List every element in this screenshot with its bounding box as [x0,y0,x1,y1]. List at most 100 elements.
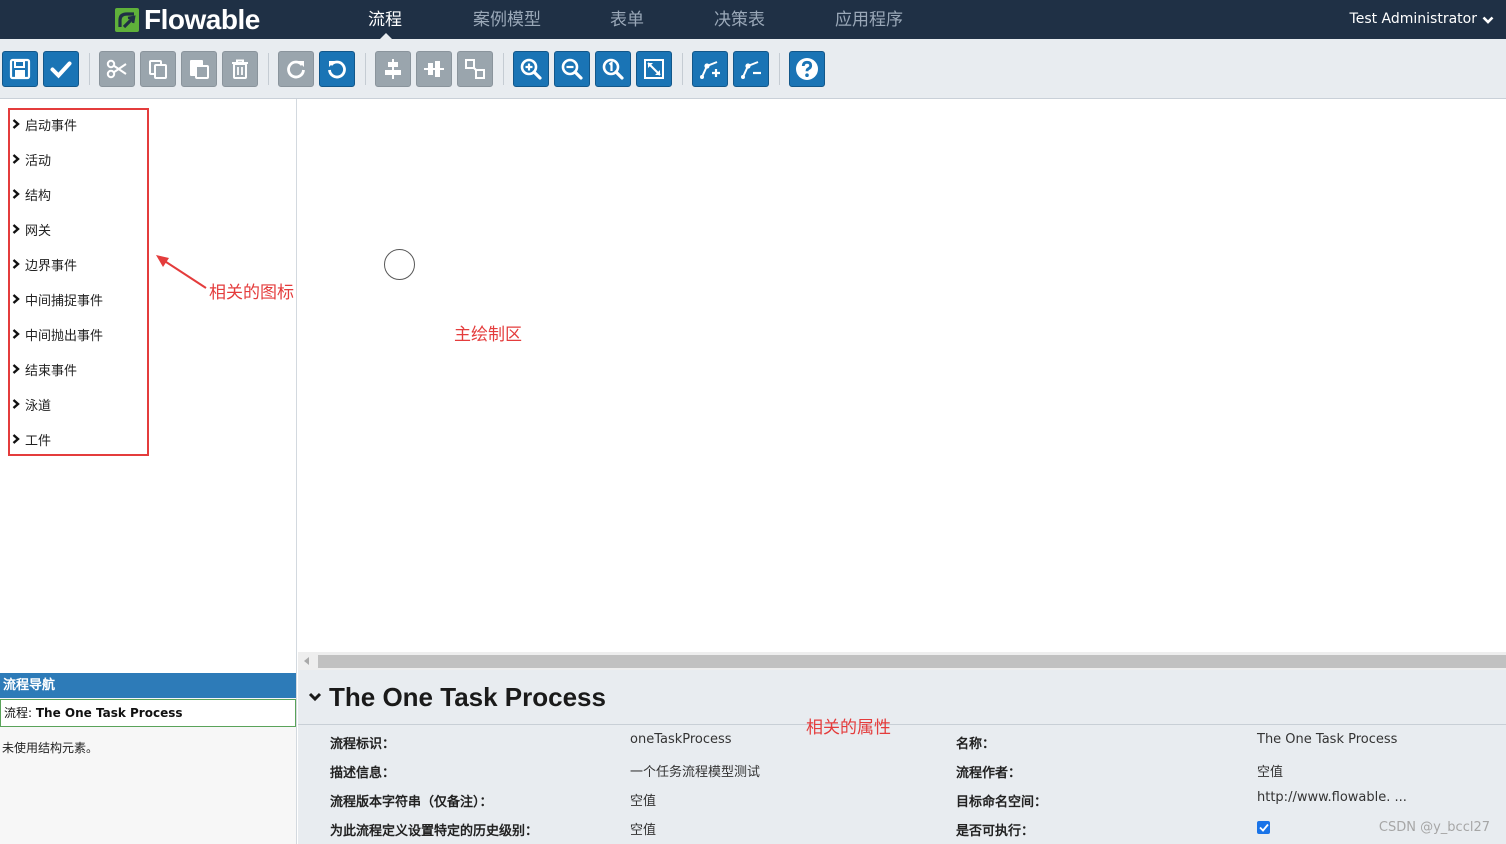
canvas-horizontal-scrollbar[interactable] [298,652,1506,670]
bendpoint-remove-icon [741,61,761,79]
help-button[interactable] [789,51,825,87]
chevron-right-icon [12,329,20,339]
align-horizontal-icon [385,59,401,79]
zoom-out-button[interactable] [554,51,590,87]
palette-group-gateways[interactable]: 网关 [12,219,51,239]
palette-group-structural[interactable]: 结构 [12,184,51,204]
redo-icon [287,60,305,79]
add-bendpoint-button[interactable] [692,51,728,87]
properties-title: The One Task Process [329,681,606,712]
palette-group-end-events[interactable]: 结束事件 [12,359,77,379]
copy-icon [149,60,167,79]
palette-group-label: 泳道 [25,398,52,414]
chevron-right-icon [12,399,20,409]
start-event-shape[interactable] [384,249,415,280]
prop-value-description[interactable]: 一个任务流程模型测试 [630,761,760,780]
save-button[interactable] [2,51,38,87]
diagram-canvas[interactable] [298,99,1506,652]
prop-value-target-namespace[interactable]: http://www.flowable. ... [1257,790,1407,805]
prop-value-author[interactable]: 空值 [1257,761,1283,780]
user-menu[interactable]: Test Administrator [1350,0,1494,39]
delete-button[interactable] [222,51,258,87]
align-vertical-button[interactable] [416,51,452,87]
editor-toolbar [0,39,1506,99]
properties-panel: The One Task Process 流程标识： oneTaskProces… [298,670,1506,844]
palette-group-swimlanes[interactable]: 泳道 [12,394,51,414]
toolbar-separator [779,53,780,85]
prop-label-executable: 是否可执行： [956,824,1035,839]
nav-item-case-models[interactable]: 案例模型 [473,0,541,39]
nav-item-apps[interactable]: 应用程序 [835,0,903,39]
zoom-in-button[interactable] [513,51,549,87]
copy-button[interactable] [140,51,176,87]
paste-button[interactable] [181,51,217,87]
shape-palette: 启动事件 活动 结构 网关 边界事件 中间捕捉事件 中间抛出事件 结束事件 泳道… [0,99,297,673]
chevron-right-icon [12,364,20,374]
toolbar-separator [89,53,90,85]
prop-value-version-string[interactable]: 空值 [630,790,656,809]
trash-icon [232,59,248,79]
palette-group-label: 启动事件 [25,118,78,134]
chevron-right-icon [12,189,20,199]
chevron-right-icon [12,259,20,269]
align-horizontal-button[interactable] [375,51,411,87]
chevron-right-icon [12,154,20,164]
validate-button[interactable] [43,51,79,87]
zoom-fit-icon [644,59,664,79]
scrollbar-thumb[interactable] [318,655,1506,668]
prop-label-target-namespace: 目标命名空间： [956,795,1048,810]
executable-checkbox[interactable] [1257,821,1270,834]
process-row-name: The One Task Process [35,706,183,720]
prop-value-process-id[interactable]: oneTaskProcess [630,732,732,747]
zoom-actual-icon [602,58,624,80]
toolbar-separator [503,53,504,85]
annotation-arrow-icon [156,255,207,289]
align-vertical-icon [424,61,444,77]
process-row-prefix: 流程: [4,706,36,720]
flowable-logo[interactable]: Flowable [114,4,260,35]
properties-divider [298,724,1506,725]
annotation-canvas-note: 主绘制区 [454,325,522,345]
chevron-right-icon [12,119,20,129]
palette-group-activities[interactable]: 活动 [12,149,51,169]
user-name: Test Administrator [1349,11,1477,27]
palette-group-boundary-events[interactable]: 边界事件 [12,254,77,274]
cut-button[interactable] [99,51,135,87]
nav-item-decision-tables[interactable]: 决策表 [714,0,765,39]
prop-value-history-level[interactable]: 空值 [630,819,656,838]
watermark-text: CSDN @y_bccl27 [1378,820,1490,835]
prop-label-process-id: 流程标识： [330,737,396,752]
prop-label-name: 名称： [956,737,996,752]
process-navigator: 流程导航 流程: The One Task Process 未使用结构元素。 [0,673,297,844]
palette-group-label: 中间抛出事件 [25,328,104,344]
bendpoint-add-icon [700,61,720,79]
palette-group-catching-events[interactable]: 中间捕捉事件 [12,289,103,309]
prop-label-description: 描述信息： [330,766,396,781]
no-structural-elements-text: 未使用结构元素。 [2,741,99,755]
prop-value-name[interactable]: The One Task Process [1257,732,1397,747]
properties-header[interactable]: The One Task Process [308,680,606,714]
save-icon [9,58,31,80]
check-icon [50,61,72,79]
toolbar-separator [268,53,269,85]
same-size-icon [465,59,485,79]
flowable-logo-icon [115,7,139,32]
palette-group-throwing-events[interactable]: 中间抛出事件 [12,324,103,344]
remove-bendpoint-button[interactable] [733,51,769,87]
zoom-fit-button[interactable] [636,51,672,87]
prop-label-history-level: 为此流程定义设置特定的历史级别： [330,824,539,839]
check-icon [1258,823,1269,832]
toolbar-separator [365,53,366,85]
annotation-props-note: 相关的属性 [806,718,891,738]
scroll-left-icon[interactable] [304,657,309,665]
undo-button[interactable] [319,51,355,87]
process-navigator-row[interactable]: 流程: The One Task Process [0,699,296,727]
nav-item-forms[interactable]: 表单 [610,0,644,39]
zoom-actual-button[interactable] [595,51,631,87]
palette-group-start-events[interactable]: 启动事件 [12,114,77,134]
redo-button[interactable] [278,51,314,87]
palette-group-artifacts[interactable]: 工件 [12,429,51,449]
logo-text: Flowable [144,3,260,35]
same-size-button[interactable] [457,51,493,87]
palette-group-label: 活动 [25,153,52,169]
